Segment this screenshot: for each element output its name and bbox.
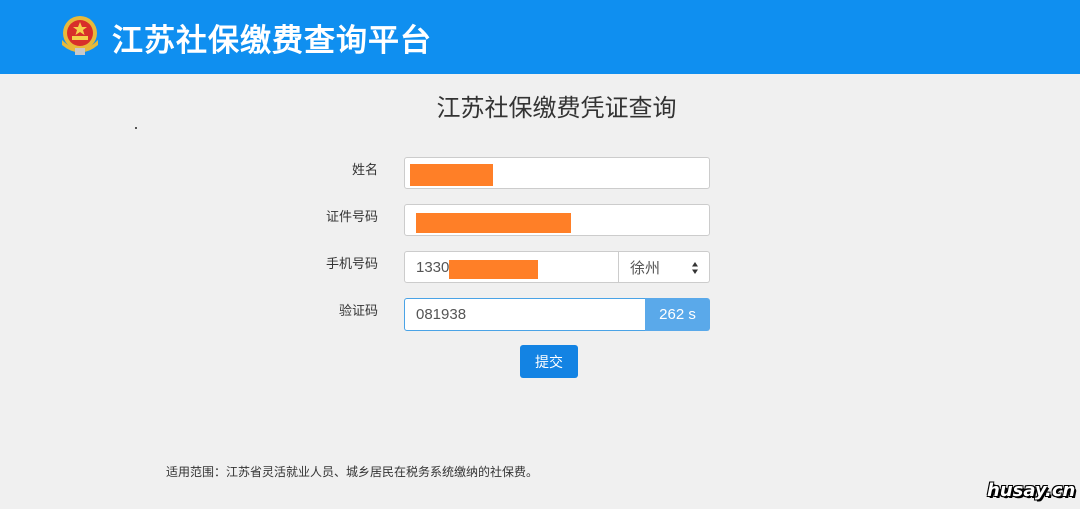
city-selected-value: 徐州 [630,258,661,277]
phone-label: 手机号码 [325,257,378,272]
phone-value: 1330 [416,258,450,276]
app-title: 江苏社保缴费查询平台 [112,23,432,59]
watermark: husay.cn [987,480,1076,501]
top-header: 江苏社保缴费查询平台 [0,0,1080,74]
name-redaction [410,164,493,186]
id-label: 证件号码 [325,210,378,225]
national-emblem-icon [62,16,98,55]
id-redaction [416,213,571,233]
submit-button[interactable]: 提交 [520,345,578,378]
city-select[interactable]: 徐州 [619,251,710,283]
name-label: 姓名 [351,163,378,178]
stray-dot [135,127,137,129]
page-title: 江苏社保缴费凭证查询 [436,94,677,122]
code-label: 验证码 [338,304,378,319]
name-field[interactable] [404,157,710,189]
countdown-button[interactable]: 262 s [645,298,710,331]
select-caret-icon [692,262,698,274]
verification-code-field[interactable]: 081938 [404,298,646,331]
phone-field[interactable]: 1330 [404,251,619,283]
id-number-field[interactable] [404,204,710,236]
scope-note: 适用范围：江苏省灵活就业人员、城乡居民在税务系统缴纳的社保费。 [166,465,539,479]
code-value: 081938 [416,306,467,323]
phone-redaction [449,260,538,279]
